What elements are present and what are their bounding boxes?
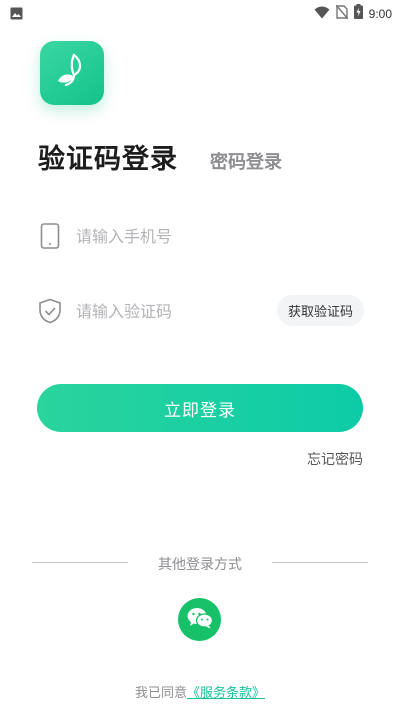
phone-icon <box>36 222 64 250</box>
no-sim-icon <box>335 4 349 23</box>
code-field-row: 获取验证码 <box>36 291 364 331</box>
wechat-login-button[interactable] <box>178 598 221 641</box>
tab-password-login[interactable]: 密码登录 <box>210 148 282 174</box>
agreement-text: 我已同意《服务条款》 <box>0 682 400 701</box>
status-time: 9:00 <box>368 6 392 21</box>
status-bar: 9:00 <box>0 0 400 24</box>
battery-charging-icon <box>353 4 363 23</box>
login-button[interactable]: 立即登录 <box>37 384 363 432</box>
app-logo <box>40 41 104 105</box>
shield-check-icon <box>36 297 64 325</box>
terms-link[interactable]: 《服务条款》 <box>187 686 265 701</box>
get-code-button[interactable]: 获取验证码 <box>276 295 364 326</box>
phone-input[interactable] <box>76 226 364 246</box>
tab-sms-login[interactable]: 验证码登录 <box>38 137 178 176</box>
phone-field-row <box>36 216 364 256</box>
wechat-icon <box>186 606 214 634</box>
image-icon <box>10 5 23 24</box>
wifi-icon <box>314 4 330 23</box>
agreement-prefix: 我已同意 <box>134 686 187 701</box>
divider-right <box>272 562 368 563</box>
forgot-password-link[interactable]: 忘记密码 <box>307 449 363 469</box>
other-login-label: 其他登录方式 <box>158 557 242 573</box>
leaf-icon <box>52 51 92 95</box>
